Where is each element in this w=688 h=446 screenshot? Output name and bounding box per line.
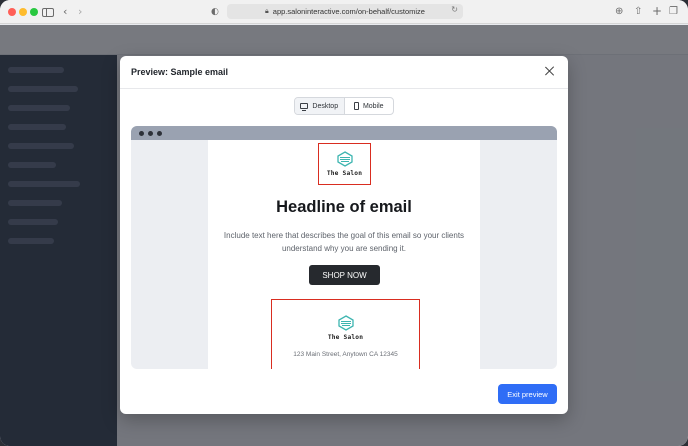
minimize-window-button[interactable]: [19, 8, 27, 16]
lock-icon: 🔒︎: [265, 7, 269, 15]
forward-icon[interactable]: ›: [78, 4, 82, 20]
footer-logo-text: The Salon: [327, 333, 364, 341]
phone-icon: [353, 102, 359, 110]
email-body-text: Include text here that describes the goa…: [223, 231, 465, 253]
reload-icon[interactable]: ↻: [451, 5, 458, 14]
email-preview-frame: The Salon Headline of email Include text…: [131, 126, 557, 369]
address-bar[interactable]: 🔒︎ app.saloninteractive.com/on-behalf/cu…: [227, 4, 463, 19]
mobile-label: Mobile: [362, 102, 384, 110]
modal-header: Preview: Sample email: [120, 56, 568, 89]
footer-block: The Salon 123 Main Street, Anytown CA 12…: [271, 299, 420, 369]
desktop-label: Desktop: [312, 102, 339, 110]
email-headline: Headline of email: [276, 198, 412, 216]
browser-window: ‹ › ◐ 🔒︎ app.saloninteractive.com/on-beh…: [0, 0, 688, 446]
close-icon[interactable]: [544, 65, 556, 77]
view-toggle: Desktop Mobile: [294, 97, 394, 115]
shield-icon[interactable]: ◐: [211, 4, 219, 20]
download-icon[interactable]: ⊕: [615, 4, 623, 20]
header-logo: The Salon: [318, 143, 371, 185]
zoom-window-button[interactable]: [30, 8, 38, 16]
salon-logo-icon: [337, 314, 354, 331]
preview-window-bar: [131, 126, 557, 140]
shop-now-button[interactable]: SHOP NOW: [309, 265, 380, 285]
desktop-view-button[interactable]: Desktop: [295, 98, 344, 114]
window-dot: [148, 131, 153, 136]
email-body: The Salon Headline of email Include text…: [208, 140, 480, 369]
salon-logo-icon: [336, 151, 353, 167]
monitor-icon: [300, 103, 309, 111]
logo-text: The Salon: [326, 170, 363, 177]
back-icon[interactable]: ‹: [63, 4, 67, 20]
share-icon[interactable]: ⇧: [634, 4, 642, 20]
window-dot: [157, 131, 162, 136]
browser-toolbar: ‹ › ◐ 🔒︎ app.saloninteractive.com/on-beh…: [0, 0, 688, 24]
footer-address: 123 Main Street, Anytown CA 12345: [293, 350, 398, 358]
new-tab-icon[interactable]: +: [652, 3, 662, 19]
mobile-view-button[interactable]: Mobile: [343, 98, 394, 114]
close-window-button[interactable]: [8, 8, 16, 16]
url-text: app.saloninteractive.com/on-behalf/custo…: [272, 7, 425, 16]
window-dot: [139, 131, 144, 136]
preview-modal: Preview: Sample email Desktop Mobile The…: [120, 56, 568, 414]
modal-title: Preview: Sample email: [131, 67, 229, 77]
exit-preview-button[interactable]: Exit preview: [498, 384, 557, 404]
sidebar-icon[interactable]: [42, 8, 54, 17]
tabs-icon[interactable]: ❐: [669, 4, 678, 20]
